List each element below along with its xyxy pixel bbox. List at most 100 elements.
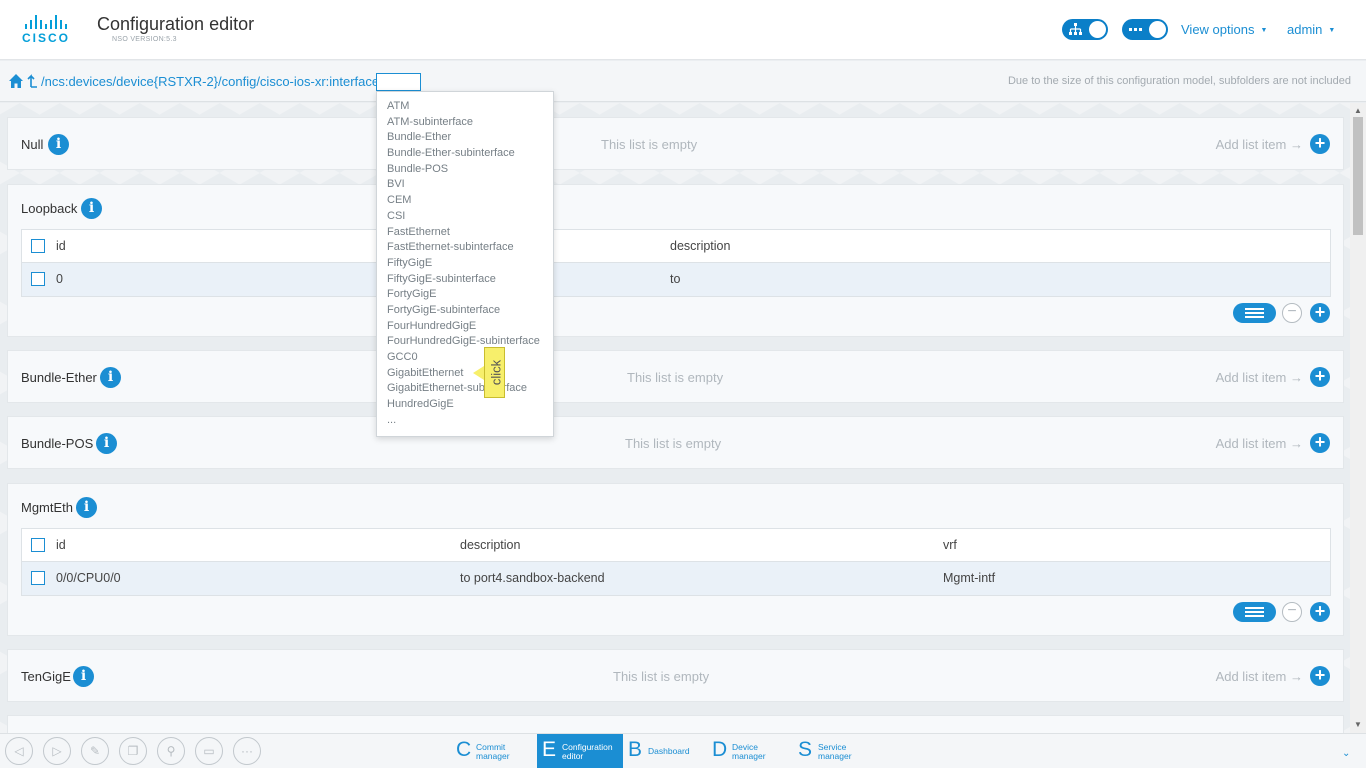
dropdown-item[interactable]: FortyGigE-subinterface <box>377 303 553 319</box>
add-item-button[interactable]: + <box>1310 134 1330 154</box>
vertical-scrollbar[interactable]: ▲ ▼ <box>1350 103 1366 733</box>
compact-view-toggle[interactable] <box>1122 19 1168 40</box>
dropdown-item[interactable]: Bundle-Ether <box>377 130 553 146</box>
path-input[interactable] <box>376 73 421 91</box>
remove-item-button[interactable]: − <box>1282 602 1302 622</box>
toggle-knob <box>1149 21 1166 38</box>
scroll-up-arrow-icon[interactable]: ▲ <box>1354 106 1362 115</box>
dropdown-item[interactable]: BVI <box>377 177 553 193</box>
add-item-button[interactable]: + <box>1310 303 1330 323</box>
scroll-thumb[interactable] <box>1353 117 1363 235</box>
add-list-item-link[interactable]: Add list item → <box>1216 137 1303 152</box>
dropdown-item[interactable]: CSI <box>377 209 553 225</box>
dropdown-item[interactable]: HundredGigE <box>377 397 553 413</box>
dropdown-item[interactable]: FiftyGigE <box>377 256 553 272</box>
dropdown-item[interactable]: Bundle-Ether-subinterface <box>377 146 553 162</box>
add-list-item-link[interactable]: Add list item → <box>1216 436 1303 451</box>
breadcrumb-path[interactable]: /ncs:devices/device{RSTXR-2}/config/cisc… <box>41 74 383 89</box>
panel-null: Null i This list is empty Add list item … <box>7 117 1344 170</box>
table-cell: Mgmt-intf <box>943 571 996 585</box>
nav-label-line: manager <box>818 751 852 761</box>
info-icon[interactable]: i <box>96 433 117 454</box>
forward-icon[interactable]: ▷ <box>43 737 71 765</box>
nav-label-line: manager <box>476 751 510 761</box>
nav-commit-manager[interactable]: C Commit manager <box>451 734 537 768</box>
list-view-button[interactable] <box>1233 602 1276 622</box>
table-row[interactable]: 0/0/CPU0/0 to port4.sandbox-backend Mgmt… <box>22 562 1330 595</box>
home-icon[interactable] <box>9 74 23 88</box>
nav-letter: D <box>712 738 728 761</box>
chevron-down-icon[interactable]: ⌄ <box>1342 748 1350 759</box>
nav-label: Commit manager <box>476 743 510 761</box>
edit-icon[interactable]: ✎ <box>81 737 109 765</box>
click-pointer-arrow <box>473 366 484 380</box>
add-item-button[interactable]: + <box>1310 367 1330 387</box>
add-list-item-link[interactable]: Add list item → <box>1216 669 1303 684</box>
up-level-icon[interactable] <box>27 73 38 88</box>
select-all-checkbox[interactable] <box>31 239 45 253</box>
add-item-button[interactable]: + <box>1310 433 1330 453</box>
list-view-button[interactable] <box>1233 303 1276 323</box>
dropdown-item[interactable]: GigabitEthernet <box>377 366 553 382</box>
info-icon[interactable]: i <box>100 367 121 388</box>
nav-label-line: Dashboard <box>648 746 690 756</box>
dropdown-item[interactable]: ATM <box>377 99 553 115</box>
dropdown-item[interactable]: GCC0 <box>377 350 553 366</box>
nav-device-manager[interactable]: D Device manager <box>707 734 793 768</box>
select-all-checkbox[interactable] <box>31 538 45 552</box>
dropdown-item[interactable]: FastEthernet <box>377 225 553 241</box>
empty-message: This list is empty <box>627 370 724 385</box>
search-icon[interactable]: ⚲ <box>157 737 185 765</box>
nav-label: Configuration editor <box>562 743 613 761</box>
row-checkbox[interactable] <box>31 571 45 585</box>
empty-message: This list is empty <box>625 436 722 451</box>
dropdown-item[interactable]: FiftyGigE-subinterface <box>377 272 553 288</box>
view-options-menu[interactable]: View options ▼ <box>1181 22 1267 37</box>
column-header: description <box>670 239 731 253</box>
nav-label-line: manager <box>732 751 766 761</box>
nav-configuration-editor[interactable]: E Configuration editor <box>537 734 623 768</box>
add-item-button[interactable]: + <box>1310 666 1330 686</box>
add-label: Add list item <box>1215 370 1287 385</box>
dropdown-item[interactable]: CEM <box>377 193 553 209</box>
info-icon[interactable]: i <box>81 198 102 219</box>
info-icon[interactable]: i <box>48 134 69 155</box>
nav-letter: E <box>542 738 557 761</box>
panel-next-partial <box>7 715 1344 733</box>
dropdown-item[interactable]: FourHundredGigE <box>377 319 553 335</box>
dropdown-item[interactable]: ATM-subinterface <box>377 115 553 131</box>
dropdown-item[interactable]: FourHundredGigE-subinterface <box>377 334 553 350</box>
keyboard-icon[interactable]: ▭ <box>195 737 223 765</box>
user-menu[interactable]: admin ▼ <box>1287 22 1335 37</box>
info-icon[interactable]: i <box>73 666 94 687</box>
dropdown-item[interactable]: FortyGigE <box>377 287 553 303</box>
copy-icon[interactable]: ❐ <box>119 737 147 765</box>
back-icon[interactable]: ◁ <box>5 737 33 765</box>
dropdown-item[interactable]: FastEthernet-subinterface <box>377 240 553 256</box>
remove-item-button[interactable]: − <box>1282 303 1302 323</box>
more-icon[interactable]: ··· <box>233 737 261 765</box>
panel-loopback: Loopback i id description 0 to − + <box>7 184 1344 337</box>
loopback-table: id description 0 to <box>21 229 1331 297</box>
info-icon[interactable]: i <box>76 497 97 518</box>
dropdown-item[interactable]: GigabitEthernet-subinterface <box>377 381 553 397</box>
nav-dashboard[interactable]: B Dashboard <box>623 734 707 768</box>
nav-service-manager[interactable]: S Service manager <box>793 734 879 768</box>
add-list-item-link[interactable]: Add list item → <box>1216 370 1303 385</box>
panel-mgmteth: MgmtEth i id description vrf 0/0/CPU0/0 … <box>7 483 1344 636</box>
table-row[interactable]: 0 to <box>22 263 1330 296</box>
dropdown-item[interactable]: Bundle-POS <box>377 162 553 178</box>
column-header: description <box>460 538 521 552</box>
add-item-button[interactable]: + <box>1310 602 1330 622</box>
mgmteth-table: id description vrf 0/0/CPU0/0 to port4.s… <box>21 528 1331 596</box>
row-checkbox[interactable] <box>31 272 45 286</box>
empty-message: This list is empty <box>601 137 698 152</box>
toggle-knob <box>1089 21 1106 38</box>
panel-bundle-ether: Bundle-Ether i This list is empty Add li… <box>7 350 1344 403</box>
arrow-right-icon: → <box>1290 137 1303 152</box>
dropdown-more[interactable]: ... <box>377 413 553 429</box>
nav-label-line: editor <box>562 751 584 761</box>
scroll-down-arrow-icon[interactable]: ▼ <box>1354 720 1362 729</box>
hierarchy-toggle[interactable] <box>1062 19 1108 40</box>
panel-title: MgmtEth <box>21 500 74 515</box>
